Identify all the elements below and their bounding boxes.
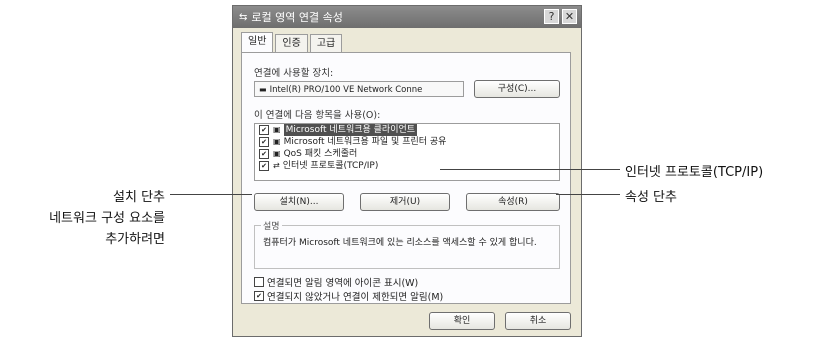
properties-dialog: ⇆ 로컬 영역 연결 속성 ? ✕ 일반 인증 고급 연결에 사용할 장치: ▬… (232, 5, 582, 337)
callout-line-tcpip (440, 169, 620, 170)
uninstall-button[interactable]: 제거(U) (360, 193, 450, 211)
list-item-label: Microsoft 네트워크용 파일 및 프린터 공유 (283, 137, 447, 147)
configure-button[interactable]: 구성(C)... (474, 80, 560, 98)
callout-line-properties (556, 194, 620, 195)
properties-button[interactable]: 속성(R) (466, 193, 560, 211)
tab-authentication[interactable]: 인증 (275, 34, 308, 53)
list-item-tcpip[interactable]: ✔ ⇄ 인터넷 프로토콜(TCP/IP) (255, 160, 559, 172)
list-item-label: 인터넷 프로토콜(TCP/IP) (282, 161, 379, 171)
file-sharing-icon: ▣ (273, 137, 281, 146)
tab-general[interactable]: 일반 (241, 32, 274, 53)
title-bar[interactable]: ⇆ 로컬 영역 연결 속성 ? ✕ (233, 6, 581, 28)
callout-install-title: 설치 단추 (113, 190, 165, 205)
network-adapter-icon: ▬ (259, 85, 267, 94)
show-icon-option[interactable]: 연결되면 알림 영역에 아이콘 표시(W) (254, 275, 418, 289)
checkbox-qos[interactable]: ✔ (259, 149, 269, 159)
components-list[interactable]: ✔ ▣ Microsoft 네트워크용 클라이언트 ✔ ▣ Microsoft … (254, 123, 560, 181)
list-item-ms-client[interactable]: ✔ ▣ Microsoft 네트워크용 클라이언트 (255, 124, 559, 136)
network-client-icon: ▣ (273, 125, 281, 134)
callout-install-line1: 네트워크 구성 요소를 (49, 211, 165, 226)
tab-strip: 일반 인증 고급 (241, 32, 344, 53)
adapter-name: Intel(R) PRO/100 VE Network Conne (269, 85, 423, 95)
notify-label: 연결되지 않았거나 연결이 제한되면 알림(M) (267, 292, 444, 303)
checkbox-file-printer-sharing[interactable]: ✔ (259, 137, 269, 147)
checkbox-ms-client[interactable]: ✔ (259, 125, 269, 135)
description-text: 컴퓨터가 Microsoft 네트워크에 있는 리소스를 액세스할 수 있게 합… (263, 238, 537, 248)
close-button[interactable]: ✕ (562, 9, 577, 24)
callout-install-line2: 추가하려면 (105, 232, 165, 247)
list-item-label: QoS 패킷 스케줄러 (283, 149, 358, 159)
network-connection-icon: ⇆ (239, 11, 248, 23)
notify-checkbox[interactable]: ✔ (254, 291, 264, 301)
list-item-file-printer-sharing[interactable]: ✔ ▣ Microsoft 네트워크용 파일 및 프린터 공유 (255, 136, 559, 148)
connect-using-label: 연결에 사용할 장치: (254, 68, 334, 79)
cancel-button[interactable]: 취소 (505, 312, 571, 330)
items-label: 이 연결에 다음 항목을 사용(O): (254, 110, 381, 121)
window-title: 로컬 영역 연결 속성 (251, 11, 343, 24)
general-tab-panel: 연결에 사용할 장치: ▬ Intel(R) PRO/100 VE Network… (241, 52, 571, 304)
description-legend: 설명 (261, 219, 282, 232)
description-group: 설명 컴퓨터가 Microsoft 네트워크에 있는 리소스를 액세스할 수 있… (254, 219, 560, 269)
list-item-qos[interactable]: ✔ ▣ QoS 패킷 스케줄러 (255, 148, 559, 160)
show-icon-label: 연결되면 알림 영역에 아이콘 표시(W) (267, 278, 419, 289)
callout-tcpip: 인터넷 프로토콜(TCP/IP) (625, 165, 764, 180)
callout-properties: 속성 단추 (625, 190, 677, 205)
install-button[interactable]: 설치(N)... (254, 193, 344, 211)
callout-line-install (170, 194, 252, 195)
adapter-field: ▬ Intel(R) PRO/100 VE Network Conne (254, 81, 464, 97)
tab-advanced[interactable]: 고급 (309, 34, 343, 53)
help-button[interactable]: ? (544, 9, 559, 24)
protocol-icon: ⇄ (273, 161, 280, 170)
notify-option[interactable]: ✔ 연결되지 않았거나 연결이 제한되면 알림(M) (254, 289, 443, 303)
ok-button[interactable]: 확인 (429, 312, 495, 330)
checkbox-tcpip[interactable]: ✔ (259, 161, 269, 171)
qos-icon: ▣ (273, 149, 281, 158)
show-icon-checkbox[interactable] (254, 277, 264, 287)
list-item-label: Microsoft 네트워크용 클라이언트 (283, 124, 418, 136)
